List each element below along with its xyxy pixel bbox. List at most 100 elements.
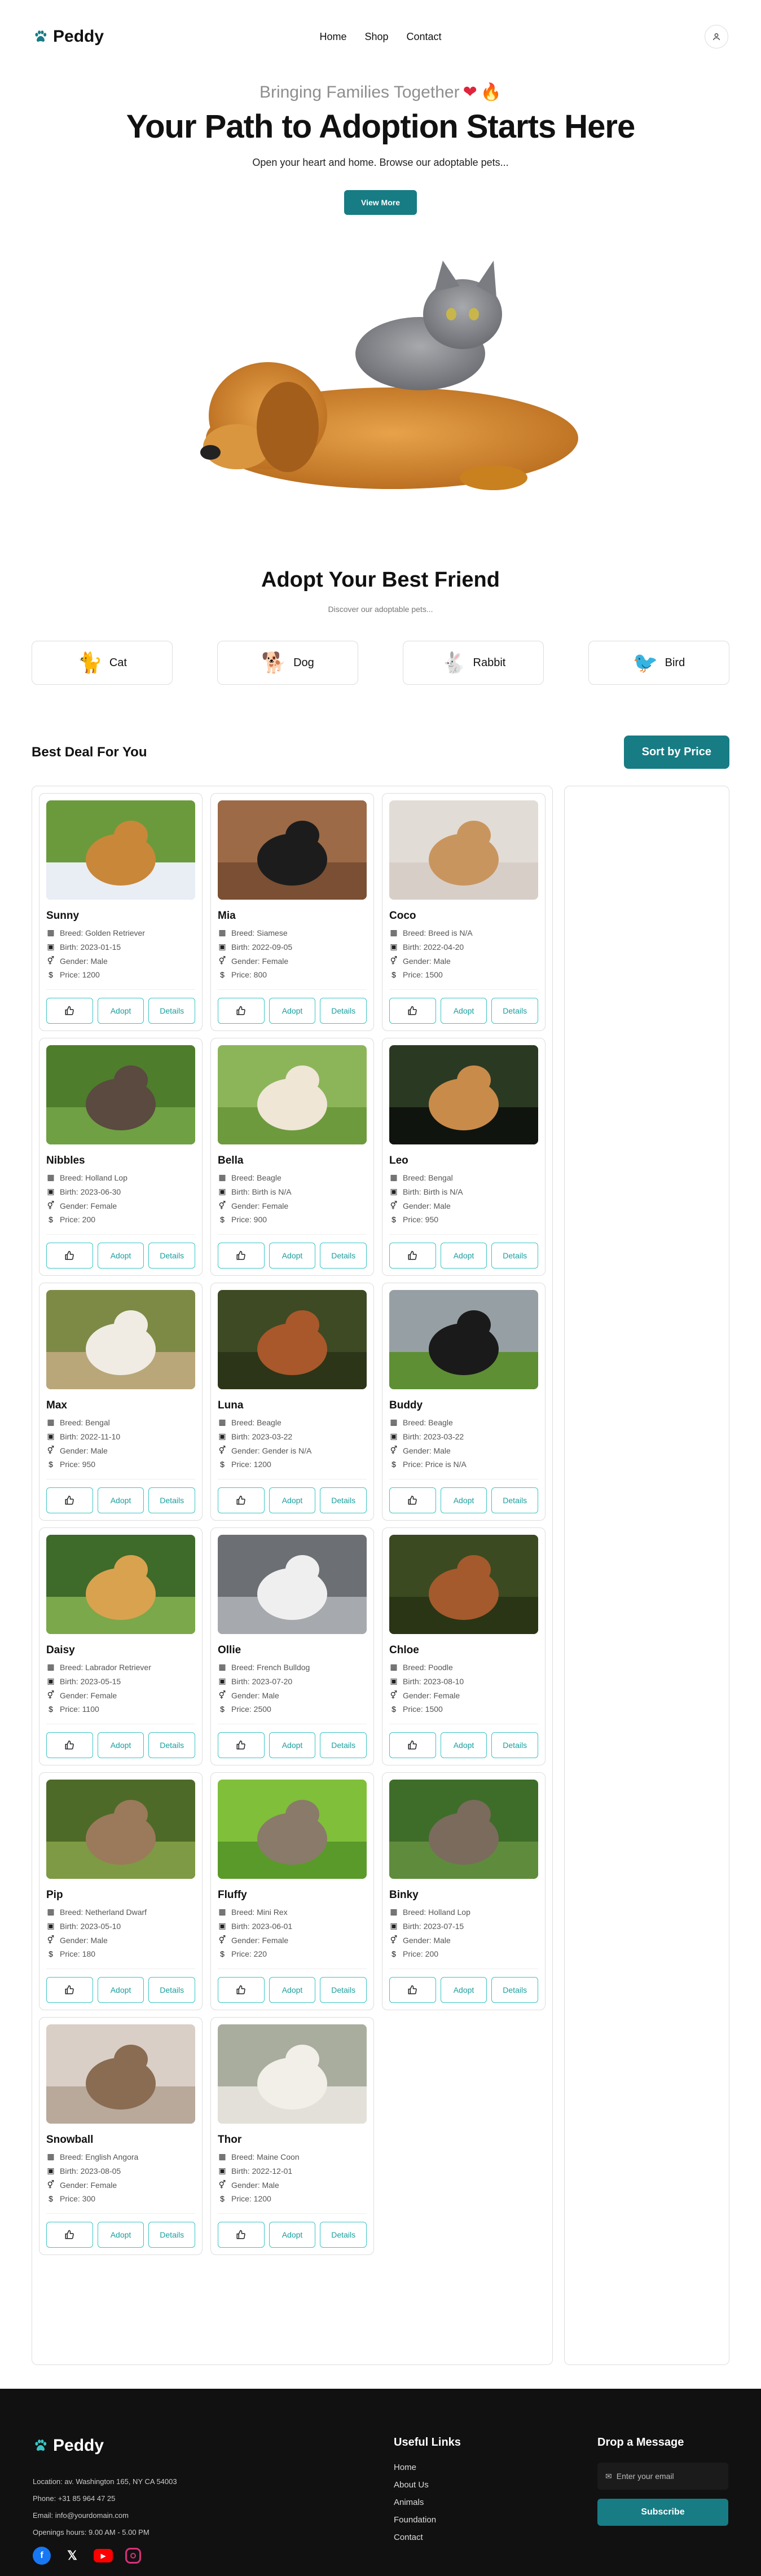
- like-button[interactable]: [389, 1243, 436, 1269]
- adopt-button[interactable]: Adopt: [269, 2222, 316, 2248]
- category-dog[interactable]: 🐕 Dog: [217, 641, 358, 685]
- like-button[interactable]: [218, 998, 265, 1024]
- adopt-button[interactable]: Adopt: [440, 1732, 487, 1758]
- adopt-button[interactable]: Adopt: [97, 1977, 144, 2003]
- brand-logo[interactable]: Peddy: [33, 27, 104, 46]
- like-button[interactable]: [389, 1487, 436, 1513]
- view-more-button[interactable]: View More: [344, 190, 417, 215]
- nav-contact[interactable]: Contact: [407, 31, 442, 43]
- dollar-icon: $: [392, 1460, 396, 1469]
- like-button[interactable]: [218, 1977, 265, 2003]
- pet-photo: [46, 1535, 195, 1634]
- details-button[interactable]: Details: [320, 1243, 367, 1269]
- like-button[interactable]: [218, 2222, 265, 2248]
- adopt-button[interactable]: Adopt: [440, 1243, 487, 1269]
- like-button[interactable]: [218, 1487, 265, 1513]
- details-button[interactable]: Details: [320, 1487, 367, 1513]
- adopt-button[interactable]: Adopt: [440, 998, 487, 1024]
- nav-shop[interactable]: Shop: [364, 31, 388, 43]
- pet-card: Fluffy ▦ Breed: Mini Rex ▣ Birth: 2023-06-01…: [210, 1772, 374, 2010]
- instagram-icon[interactable]: [125, 2548, 141, 2564]
- details-button[interactable]: Details: [148, 998, 196, 1024]
- dollar-icon: $: [220, 970, 225, 979]
- like-button[interactable]: [46, 1977, 93, 2003]
- sort-by-price-button[interactable]: Sort by Price: [623, 736, 729, 769]
- adopt-button[interactable]: Adopt: [97, 1732, 144, 1758]
- newsletter-email-input[interactable]: ✉ Enter your email: [597, 2463, 728, 2490]
- footer-link-foundation[interactable]: Foundation: [394, 2515, 461, 2525]
- youtube-icon[interactable]: ▶: [94, 2549, 113, 2562]
- like-button[interactable]: [389, 1732, 436, 1758]
- pet-price-text: Price: 300: [60, 2194, 96, 2203]
- category-bird[interactable]: 🐦 Bird: [588, 641, 729, 685]
- like-button[interactable]: [46, 1487, 93, 1513]
- user-account-button[interactable]: [705, 25, 728, 49]
- adopt-button[interactable]: Adopt: [97, 998, 144, 1024]
- like-button[interactable]: [218, 1243, 265, 1269]
- category-rabbit[interactable]: 🐇 Rabbit: [403, 641, 544, 685]
- footer-link-animals[interactable]: Animals: [394, 2498, 461, 2507]
- adopt-button[interactable]: Adopt: [440, 1977, 487, 2003]
- details-button[interactable]: Details: [320, 2222, 367, 2248]
- dollar-icon: $: [49, 2194, 53, 2203]
- pet-gender: ⚥ Gender: Male: [389, 1446, 538, 1455]
- footer-link-home[interactable]: Home: [394, 2463, 461, 2472]
- pet-birth-text: Birth: 2023-03-22: [403, 1432, 464, 1441]
- like-button[interactable]: [46, 1732, 93, 1758]
- adopt-button[interactable]: Adopt: [269, 1732, 316, 1758]
- adopt-button[interactable]: Adopt: [269, 1487, 316, 1513]
- details-button[interactable]: Details: [148, 2222, 196, 2248]
- calendar-icon: ▣: [47, 1921, 55, 1930]
- pet-gender-text: Gender: Female: [60, 2180, 117, 2190]
- pet-breed: ▦ Breed: Siamese: [218, 928, 367, 937]
- adopt-button[interactable]: Adopt: [269, 1977, 316, 2003]
- pet-price-text: Price: 1100: [60, 1705, 99, 1714]
- details-button[interactable]: Details: [320, 998, 367, 1024]
- pet-birth-text: Birth: 2023-05-15: [60, 1676, 121, 1686]
- like-button[interactable]: [389, 1977, 436, 2003]
- x-icon[interactable]: 𝕏: [63, 2547, 81, 2565]
- adopt-button[interactable]: Adopt: [440, 1487, 487, 1513]
- like-button[interactable]: [218, 1732, 265, 1758]
- pet-birth: ▣ Birth: 2023-05-15: [46, 1676, 195, 1686]
- details-button[interactable]: Details: [148, 1243, 196, 1269]
- details-button[interactable]: Details: [491, 1487, 539, 1513]
- footer-link-contact[interactable]: Contact: [394, 2533, 461, 2542]
- bird-icon: 🐦: [632, 651, 658, 674]
- details-button[interactable]: Details: [491, 998, 539, 1024]
- category-cat[interactable]: 🐈 Cat: [32, 641, 173, 685]
- pet-gender-text: Gender: Male: [403, 1935, 451, 1945]
- pet-price-text: Price: 950: [60, 1460, 96, 1469]
- subscribe-button[interactable]: Subscribe: [597, 2499, 728, 2526]
- adopt-button[interactable]: Adopt: [97, 1487, 144, 1513]
- thumbs-up-icon: [408, 1985, 417, 1994]
- footer-link-about[interactable]: About Us: [394, 2480, 461, 2490]
- like-button[interactable]: [46, 998, 93, 1024]
- nav-home[interactable]: Home: [319, 31, 346, 43]
- details-button[interactable]: Details: [148, 1487, 196, 1513]
- pet-name: Leo: [389, 1155, 408, 1166]
- facebook-icon[interactable]: f: [33, 2547, 51, 2565]
- adopt-button[interactable]: Adopt: [97, 1243, 144, 1269]
- footer-logo[interactable]: Peddy: [33, 2436, 360, 2455]
- details-button[interactable]: Details: [491, 1977, 539, 2003]
- like-button[interactable]: [389, 998, 436, 1024]
- pet-price: $ Price: 950: [389, 1215, 538, 1224]
- adopt-button[interactable]: Adopt: [269, 998, 316, 1024]
- pet-birth-text: Birth: 2023-08-10: [403, 1676, 464, 1686]
- pet-breed-text: Breed: Bengal: [403, 1173, 453, 1182]
- details-button[interactable]: Details: [148, 1732, 196, 1758]
- pet-gender-text: Gender: Female: [60, 1201, 117, 1210]
- details-button[interactable]: Details: [320, 1732, 367, 1758]
- pet-photo: [389, 1290, 538, 1389]
- details-button[interactable]: Details: [491, 1243, 539, 1269]
- like-button[interactable]: [46, 2222, 93, 2248]
- details-button[interactable]: Details: [491, 1732, 539, 1758]
- adopt-button[interactable]: Adopt: [97, 2222, 144, 2248]
- pet-price-text: Price: 2500: [231, 1705, 271, 1714]
- adopt-button[interactable]: Adopt: [269, 1243, 316, 1269]
- details-button[interactable]: Details: [320, 1977, 367, 2003]
- details-button[interactable]: Details: [148, 1977, 196, 2003]
- like-button[interactable]: [46, 1243, 93, 1269]
- gender-icon: ⚥: [390, 1690, 398, 1699]
